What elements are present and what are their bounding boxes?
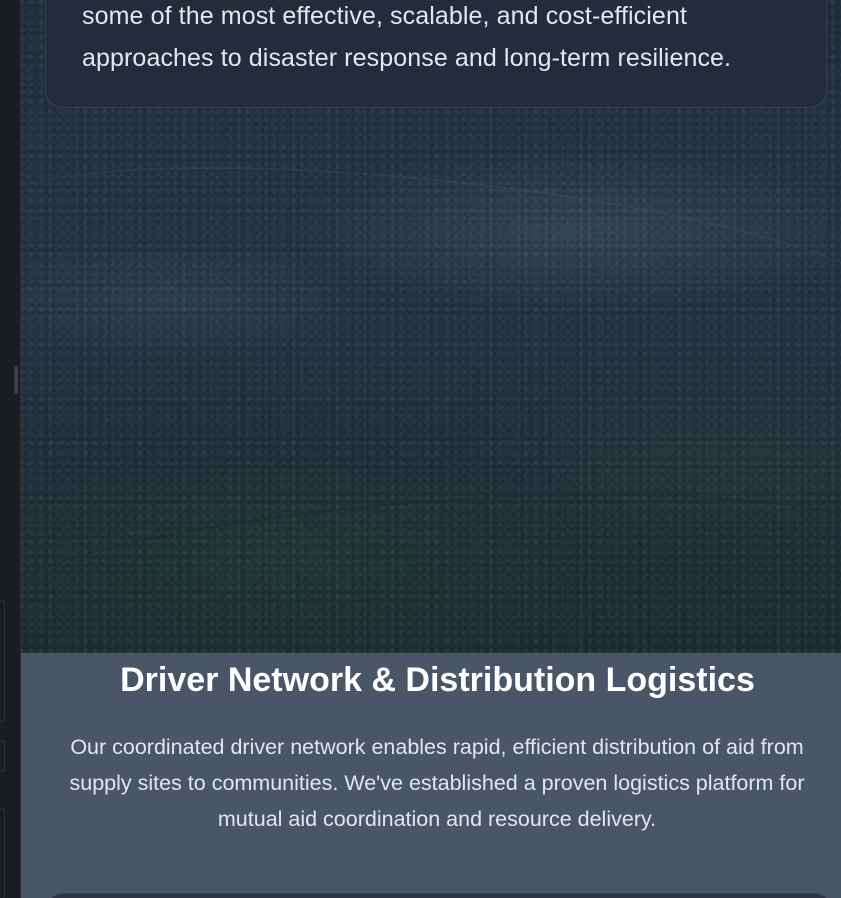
intro-text-card: some of the most effective, scalable, an… [45, 0, 827, 108]
driver-network-section: Driver Network & Distribution Logistics … [21, 653, 841, 898]
side-panel-edge [0, 740, 5, 772]
panel-resize-handle[interactable] [14, 366, 18, 394]
next-card [47, 893, 831, 898]
left-side-panel [0, 0, 21, 898]
side-panel-edge [0, 600, 5, 722]
intro-text-line: some of the most effective, scalable, an… [82, 2, 687, 30]
section-description: Our coordinated driver network enables r… [69, 735, 805, 831]
intro-text-line: approaches to disaster response and long… [82, 44, 732, 72]
side-panel-edge [0, 808, 5, 898]
page-viewport: some of the most effective, scalable, an… [0, 0, 841, 898]
section-title: Driver Network & Distribution Logistics [120, 661, 755, 699]
